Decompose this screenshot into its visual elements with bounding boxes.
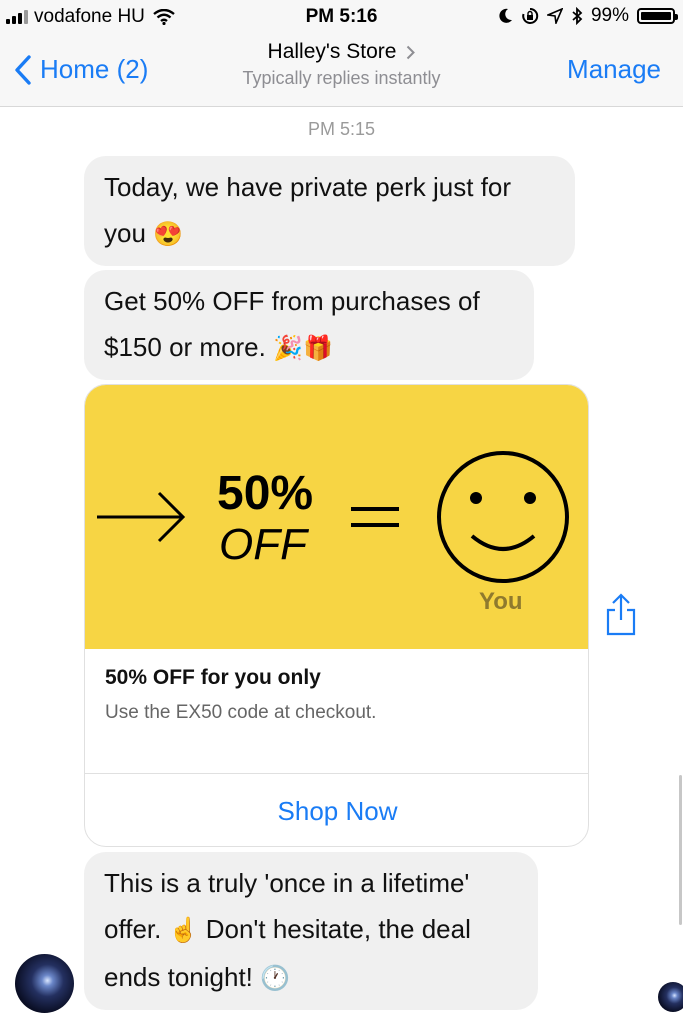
location-icon: [546, 8, 563, 24]
card-subtitle: Use the EX50 code at checkout.: [105, 702, 377, 723]
message-text: Don't hesitate, the deal: [205, 914, 471, 944]
party-gift-emoji-icon: 🎉🎁: [273, 335, 333, 362]
read-receipt-avatar: [658, 982, 683, 1012]
rotation-lock-icon: [522, 7, 539, 24]
moon-icon: [499, 8, 512, 23]
message-text: ends tonight!: [104, 962, 253, 992]
navigation-bar: Home (2) Halley's Store Typically replie…: [0, 34, 683, 107]
message-line: $150 or more. 🎉🎁: [104, 324, 512, 372]
message-line: offer. ☝ Don't hesitate, the deal: [104, 906, 516, 954]
message-line: This is a truly 'once in a lifetime': [104, 868, 470, 898]
pointing-up-emoji-icon: ☝: [168, 917, 199, 944]
promo-percent: 50%: [217, 467, 313, 520]
status-bar: vodafone HU PM 5:16 99%: [0, 0, 683, 34]
message-line: ends tonight! 🕐: [104, 954, 516, 1002]
message-bubble: This is a truly 'once in a lifetime' off…: [84, 852, 538, 1010]
chevron-right-icon: [407, 45, 416, 59]
status-right: 99%: [499, 5, 678, 27]
message-timestamp: PM 5:15: [307, 119, 376, 139]
message-bubble: Today, we have private perk just for you…: [84, 156, 575, 266]
avatar[interactable]: [15, 954, 74, 1013]
message-line: you 😍: [104, 210, 553, 258]
message-line: Get 50% OFF from purchases of: [104, 286, 480, 316]
battery-icon: [637, 8, 678, 24]
promo-graphic: 50% OFF You: [97, 451, 569, 615]
message-text: $150 or more.: [104, 332, 266, 362]
heart-eyes-emoji-icon: 😍: [153, 221, 184, 248]
promo-card[interactable]: 50% OFF You 50% OFF for you only Use the…: [84, 384, 589, 847]
card-title: 50% OFF for you only: [105, 666, 321, 689]
battery-percent: 99%: [590, 5, 629, 26]
bluetooth-icon: [572, 7, 583, 25]
promo-off: OFF: [219, 520, 309, 569]
promo-you: You: [479, 588, 523, 615]
store-name: Halley's Store: [267, 40, 397, 63]
shop-now-button[interactable]: Shop Now: [85, 774, 588, 846]
message-text: offer.: [104, 914, 162, 944]
equals-icon: [351, 507, 399, 527]
message-text: you: [104, 218, 146, 248]
message-bubble: Get 50% OFF from purchases of $150 or mo…: [84, 270, 534, 380]
manage-button[interactable]: Manage: [567, 54, 661, 85]
arrow-right-icon: [97, 491, 186, 543]
promo-image[interactable]: 50% OFF You: [85, 385, 588, 649]
share-icon[interactable]: [604, 592, 638, 636]
message-line: Today, we have private perk just for: [104, 172, 512, 202]
scrollbar[interactable]: [679, 775, 682, 925]
smiley-face-icon: [437, 451, 569, 583]
clock-emoji-icon: 🕐: [260, 965, 291, 992]
